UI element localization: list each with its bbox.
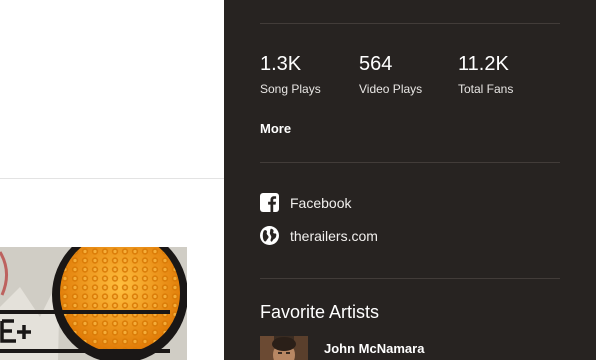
left-content-panel bbox=[0, 0, 224, 360]
stat-label: Song Plays bbox=[260, 82, 321, 96]
social-link-label: therailers.com bbox=[290, 227, 378, 244]
artist-sidebar: 1.3K Song Plays 564 Video Plays 11.2K To… bbox=[224, 0, 596, 360]
social-link-facebook[interactable]: Facebook bbox=[260, 193, 351, 212]
favorite-artist-item[interactable]: John McNamara bbox=[260, 336, 424, 360]
divider-top bbox=[260, 23, 560, 24]
stat-song-plays: 1.3K Song Plays bbox=[260, 52, 321, 96]
more-link[interactable]: More bbox=[260, 121, 291, 136]
artist-avatar bbox=[260, 336, 308, 360]
stat-value: 1.3K bbox=[260, 53, 302, 75]
globe-icon bbox=[260, 226, 279, 245]
stat-value: 11.2K bbox=[458, 53, 509, 75]
divider-middle bbox=[260, 162, 560, 163]
stat-video-plays: 564 Video Plays bbox=[359, 52, 422, 96]
stat-label: Total Fans bbox=[458, 82, 514, 96]
social-link-label: Facebook bbox=[290, 194, 352, 211]
social-link-website[interactable]: therailers.com bbox=[260, 226, 378, 245]
stat-total-fans: 11.2K Total Fans bbox=[458, 52, 513, 96]
album-artwork[interactable] bbox=[0, 247, 187, 360]
divider-bottom bbox=[260, 278, 560, 279]
facebook-icon bbox=[260, 193, 279, 212]
favorite-artists-heading: Favorite Artists bbox=[260, 302, 380, 322]
stat-label: Video Plays bbox=[359, 82, 423, 96]
artist-name: John McNamara bbox=[324, 341, 425, 356]
stat-value: 564 bbox=[359, 53, 393, 75]
section-divider bbox=[0, 178, 224, 179]
